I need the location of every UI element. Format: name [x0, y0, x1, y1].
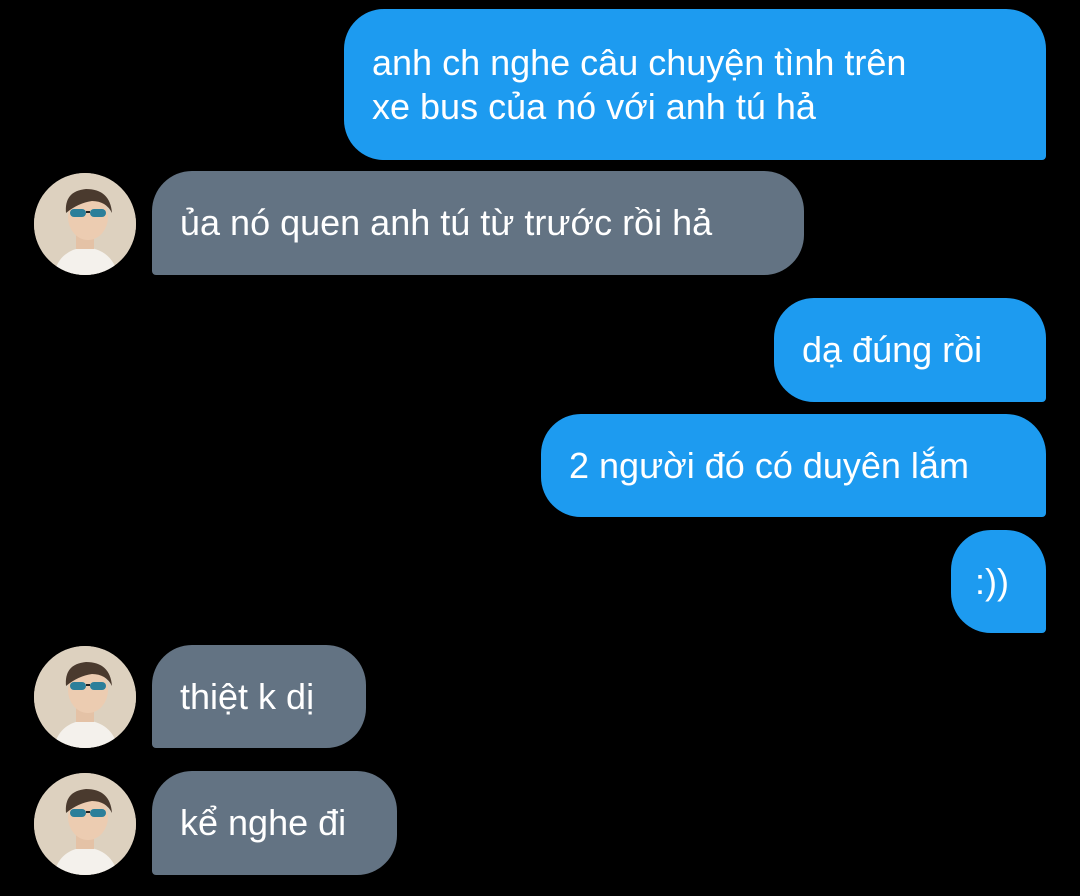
message-bubble-incoming[interactable]: kể nghe đi [152, 771, 397, 875]
message-text: thiệt k dị [180, 675, 315, 717]
message-text: ủa nó quen anh tú từ trước rồi hả [180, 202, 713, 243]
message-bubble-outgoing[interactable]: dạ đúng rồi [774, 298, 1046, 402]
message-bubble-incoming[interactable]: ủa nó quen anh tú từ trước rồi hả [152, 171, 804, 275]
message-text: dạ đúng rồi [802, 329, 983, 370]
profile-photo-avatar [34, 646, 136, 748]
message-text: anh ch nghe câu chuyện tình trên xe bus … [372, 41, 907, 127]
contact-avatar[interactable] [34, 773, 136, 875]
contact-avatar[interactable] [34, 173, 136, 275]
message-bubble-outgoing[interactable]: anh ch nghe câu chuyện tình trên xe bus … [344, 9, 1046, 160]
message-bubble-outgoing[interactable]: :)) [951, 530, 1046, 633]
message-bubble-incoming[interactable]: thiệt k dị [152, 645, 366, 748]
message-text: 2 người đó có duyên lắm [569, 444, 969, 486]
message-text: :)) [975, 560, 1009, 602]
message-bubble-outgoing[interactable]: 2 người đó có duyên lắm [541, 414, 1046, 517]
profile-photo-avatar [34, 173, 136, 275]
profile-photo-avatar [34, 773, 136, 875]
message-text: kể nghe đi [180, 802, 347, 843]
contact-avatar[interactable] [34, 646, 136, 748]
